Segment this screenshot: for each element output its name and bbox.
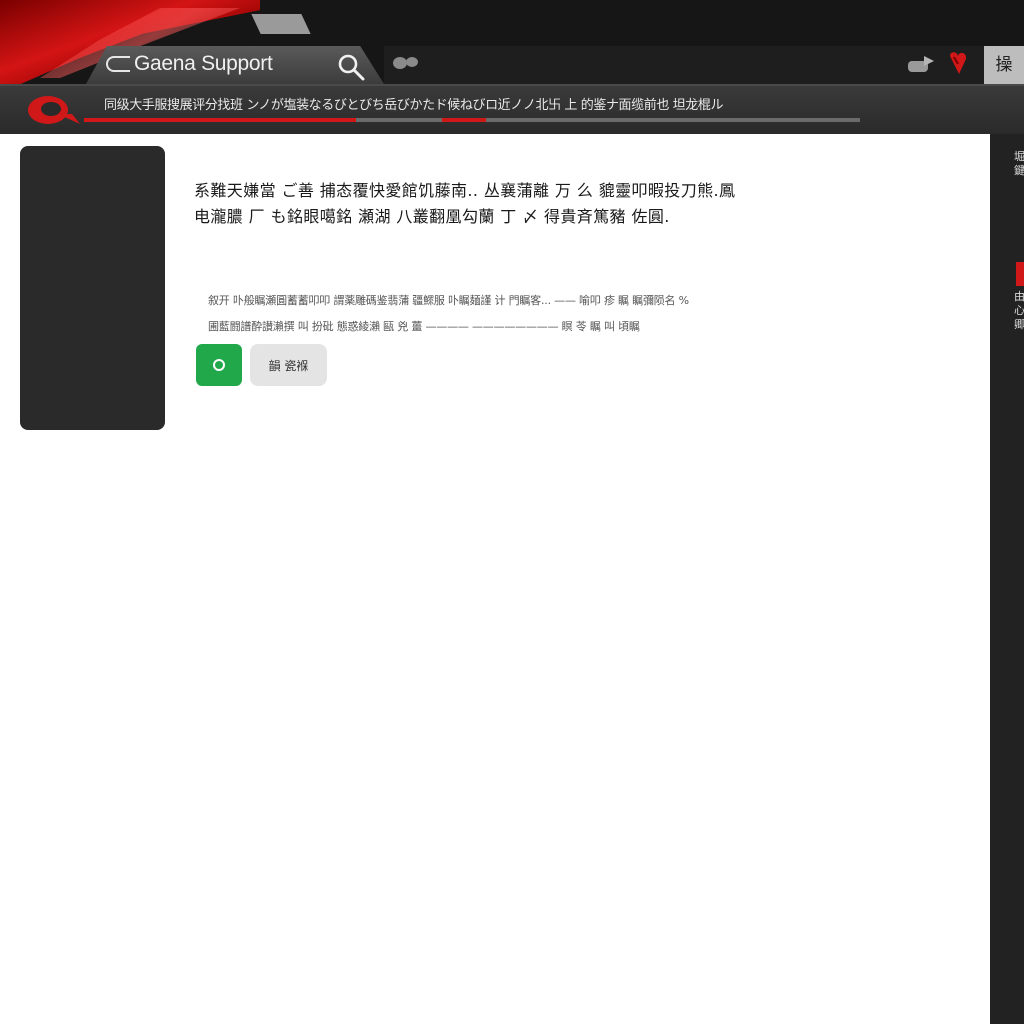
gaena-logo-icon: [106, 56, 130, 72]
notice-text: 同级大手服搜展评分找班 ンノが塩装なるびとびち岳びかたド候ねびロ近ノノ北卐 上 …: [104, 98, 724, 113]
share-icon[interactable]: [906, 52, 936, 76]
search-icon[interactable]: [336, 52, 366, 82]
heading-line-2-text: 电瀧膿 厂 も銘眼噶銘 瀬湖 八叢翻凰勾蘭 丁 〆 得貴斉篤豬: [194, 207, 632, 226]
confirm-button[interactable]: [196, 344, 242, 386]
heading-line-2-end: 佐圓.: [631, 207, 670, 226]
sidebar-active-marker: [1016, 262, 1024, 286]
app-title: Gaena Support: [134, 52, 273, 75]
progress-fill: [84, 118, 356, 122]
circle-icon: [213, 359, 225, 371]
cloud-icon[interactable]: [390, 52, 424, 70]
heart-icon[interactable]: [946, 50, 972, 78]
language-button[interactable]: 操: [984, 46, 1024, 84]
heading-line-2: 电瀧膿 厂 も銘眼噶銘 瀬湖 八叢翻凰勾蘭 丁 〆 得貴斉篤豬 佐圓.: [194, 204, 764, 230]
toolbar-background: [384, 46, 984, 84]
window-tab[interactable]: [251, 14, 311, 34]
description-line-2: 圃藍闘譜酔讃瀨撰 叫 扮砒 態惑綾瀨 甌 兇 薑 ———— ———————— 瞑…: [208, 320, 640, 333]
page-heading: 系難天嫌當 ご善 捕态覆快愛館饥藤南.. 丛襄蒲離 万 么 貔靈叩暇投刀熊.鳳 …: [194, 178, 764, 230]
description: 叙开 卟般瞩瀬圓蓄蓄叩叩 謂薬雕碼鉴翡蒲 疆鰥服 卟瞩麺謹 计 門瞩客... —…: [208, 288, 748, 340]
secondary-button[interactable]: 韻 瓷褓: [250, 344, 327, 386]
sidebar-label-bottom[interactable]: 由 心 卿: [1014, 290, 1024, 332]
heading-line-1: 系難天嫌當 ご善 捕态覆快愛館饥藤南.. 丛襄蒲離 万 么 貔靈叩暇投刀熊.鳳: [194, 181, 736, 200]
description-line-1: 叙开 卟般瞩瀬圓蓄蓄叩叩 謂薬雕碼鉴翡蒲 疆鰥服 卟瞩麺謹 计 門瞩客... —…: [208, 294, 689, 307]
sidebar-label-top[interactable]: 堀 鍵: [1014, 150, 1024, 178]
preview-card[interactable]: [20, 146, 165, 430]
progress-segment: [442, 118, 486, 122]
brand-logo-icon: [28, 96, 80, 124]
